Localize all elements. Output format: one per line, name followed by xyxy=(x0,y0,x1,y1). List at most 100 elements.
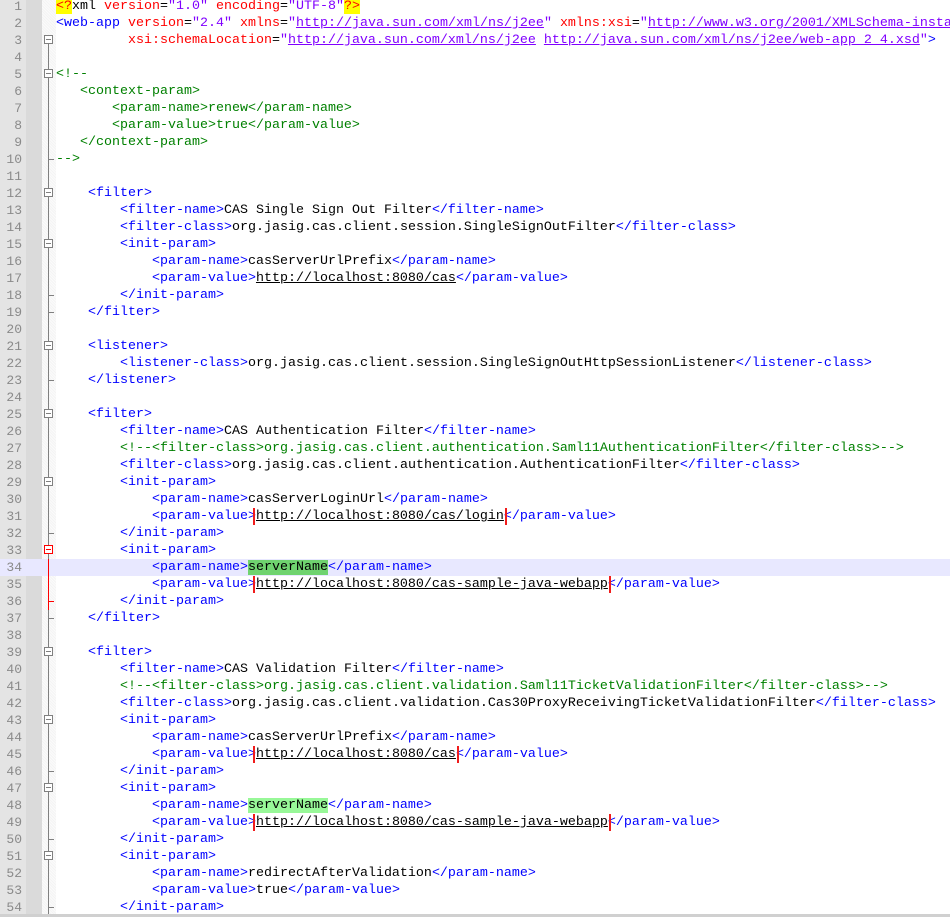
code-line[interactable]: 31 <param-value>http://localhost:8080/ca… xyxy=(0,508,950,525)
code-line[interactable]: 22 <listener-class>org.jasig.cas.client.… xyxy=(0,355,950,372)
fold-collapse-icon[interactable] xyxy=(44,477,53,486)
code-line[interactable]: 28 <filter-class>org.jasig.cas.client.au… xyxy=(0,457,950,474)
fold-collapse-icon[interactable] xyxy=(44,188,53,197)
xml-tag: <param-value> xyxy=(151,577,256,592)
xml-tag: </init-param> xyxy=(120,288,224,303)
xml-tag: <init-param> xyxy=(120,475,216,490)
code-line[interactable]: 7 <param-name>renew</param-name> xyxy=(0,100,950,117)
fold-collapse-icon[interactable] xyxy=(44,69,53,78)
code-line[interactable]: 33 <init-param> xyxy=(0,542,950,559)
fold-line xyxy=(48,678,49,695)
fold-collapse-icon[interactable] xyxy=(44,851,53,860)
code-line[interactable]: 42 <filter-class>org.jasig.cas.client.va… xyxy=(0,695,950,712)
code-line[interactable]: 38 xyxy=(0,627,950,644)
xml-tag: <filter-class> xyxy=(120,458,232,473)
fold-collapse-icon[interactable] xyxy=(44,239,53,248)
code-line[interactable]: 8 <param-value>true</param-value> xyxy=(0,117,950,134)
code-line[interactable]: 49 <param-value>http://localhost:8080/ca… xyxy=(0,814,950,831)
text xyxy=(56,713,120,728)
text xyxy=(56,900,120,915)
code-line[interactable]: 17 <param-value>http://localhost:8080/ca… xyxy=(0,270,950,287)
code-line[interactable]: 24 xyxy=(0,389,950,406)
line-number: 4 xyxy=(14,50,22,65)
code-line[interactable]: 34 <param-name>serverName</param-name> xyxy=(0,559,950,576)
code-line[interactable]: 29 <init-param> xyxy=(0,474,950,491)
fold-collapse-icon[interactable] xyxy=(44,341,53,350)
code-line[interactable]: 11 xyxy=(0,168,950,185)
text xyxy=(56,798,152,813)
code-text: <param-name>serverName</param-name> xyxy=(56,797,950,814)
highlighted-match: serverName xyxy=(247,798,328,813)
code-line[interactable]: 37 </filter> xyxy=(0,610,950,627)
code-line[interactable]: 39 <filter> xyxy=(0,644,950,661)
code-line[interactable]: 27 <!--<filter-class>org.jasig.cas.clien… xyxy=(0,440,950,457)
code-line[interactable]: 32 </init-param> xyxy=(0,525,950,542)
code-line[interactable]: 21 <listener> xyxy=(0,338,950,355)
code-line[interactable]: 6 <context-param> xyxy=(0,83,950,100)
code-line[interactable]: 50 </init-param> xyxy=(0,831,950,848)
code-text: <param-name>casServerLoginUrl</param-nam… xyxy=(56,491,950,508)
fold-line xyxy=(48,695,49,712)
code-line[interactable]: 1 <?xml version="1.0" encoding="UTF-8"?> xyxy=(0,0,950,15)
code-line[interactable]: 15 <init-param> xyxy=(0,236,950,253)
code-text: <!--<filter-class>org.jasig.cas.client.a… xyxy=(56,440,950,457)
code-text: <param-name>casServerUrlPrefix</param-na… xyxy=(56,253,950,270)
fold-line xyxy=(48,168,49,185)
code-line[interactable]: 48 <param-name>serverName</param-name> xyxy=(0,797,950,814)
text xyxy=(56,339,88,354)
code-line[interactable]: 53 <param-value>true</param-value> xyxy=(0,882,950,899)
text: org.jasig.cas.client.session.SingleSignO… xyxy=(231,220,616,235)
code-line[interactable]: 20 xyxy=(0,321,950,338)
line-number: 42 xyxy=(6,696,22,711)
code-line[interactable]: 16 <param-name>casServerUrlPrefix</param… xyxy=(0,253,950,270)
fold-collapse-icon[interactable] xyxy=(44,647,53,656)
fold-line xyxy=(48,219,49,236)
code-line[interactable]: 40 <filter-name>CAS Validation Filter</f… xyxy=(0,661,950,678)
code-editor[interactable]: 1 <?xml version="1.0" encoding="UTF-8"?> 2… xyxy=(0,0,950,916)
code-line[interactable]: 36 </init-param> xyxy=(0,593,950,610)
code-line[interactable]: 13 <filter-name>CAS Single Sign Out Filt… xyxy=(0,202,950,219)
code-line[interactable]: 2 <web-app version="2.4" xmlns="http://ja… xyxy=(0,15,950,32)
line-number: 7 xyxy=(14,101,22,116)
text xyxy=(56,203,120,218)
code-line[interactable]: 4 xyxy=(0,49,950,66)
fold-end-marker xyxy=(48,771,54,772)
code-line[interactable]: 44 <param-name>casServerUrlPrefix</param… xyxy=(0,729,950,746)
code-line[interactable]: 47 <init-param> xyxy=(0,780,950,797)
code-text: <listener-class>org.jasig.cas.client.ses… xyxy=(56,355,950,372)
code-line[interactable]: 25 <filter> xyxy=(0,406,950,423)
code-line[interactable]: 10 --> xyxy=(0,151,950,168)
code-line[interactable]: 23 </listener> xyxy=(0,372,950,389)
code-line[interactable]: 12 <filter> xyxy=(0,185,950,202)
code-text: <filter-class>org.jasig.cas.client.sessi… xyxy=(56,219,950,236)
line-number: 39 xyxy=(6,645,22,660)
line-number: 37 xyxy=(6,611,22,626)
fold-collapse-icon[interactable] xyxy=(44,409,53,418)
text xyxy=(56,424,120,439)
code-line[interactable]: 41 <!--<filter-class>org.jasig.cas.clien… xyxy=(0,678,950,695)
code-line[interactable]: 3 xsi:schemaLocation="http://java.sun.co… xyxy=(0,32,950,49)
code-line[interactable]: 14 <filter-class>org.jasig.cas.client.se… xyxy=(0,219,950,236)
code-line[interactable]: 52 <param-name>redirectAfterValidation</… xyxy=(0,865,950,882)
code-line[interactable]: 9 </context-param> xyxy=(0,134,950,151)
xml-attribute-value: "UTF-8" xyxy=(288,0,344,14)
code-line[interactable]: 35 <param-value>http://localhost:8080/ca… xyxy=(0,576,950,593)
text xyxy=(56,305,88,320)
code-line[interactable]: 19 </filter> xyxy=(0,304,950,321)
text xyxy=(56,645,88,660)
fold-collapse-icon[interactable] xyxy=(44,545,53,554)
code-line[interactable]: 30 <param-name>casServerLoginUrl</param-… xyxy=(0,491,950,508)
code-line[interactable]: 43 <init-param> xyxy=(0,712,950,729)
fold-collapse-icon[interactable] xyxy=(44,783,53,792)
code-line[interactable]: 5 <!-- xyxy=(0,66,950,83)
fold-collapse-icon[interactable] xyxy=(44,35,53,44)
fold-collapse-icon[interactable] xyxy=(44,715,53,724)
code-line[interactable]: 18 </init-param> xyxy=(0,287,950,304)
code-line[interactable]: 51 <init-param> xyxy=(0,848,950,865)
line-number: 38 xyxy=(6,628,22,643)
code-line[interactable]: 26 <filter-name>CAS Authentication Filte… xyxy=(0,423,950,440)
comment: <!-- xyxy=(56,67,88,82)
code-text: <param-value>http://localhost:8080/cas-s… xyxy=(56,576,950,593)
code-line[interactable]: 46 </init-param> xyxy=(0,763,950,780)
code-line[interactable]: 45 <param-value>http://localhost:8080/ca… xyxy=(0,746,950,763)
